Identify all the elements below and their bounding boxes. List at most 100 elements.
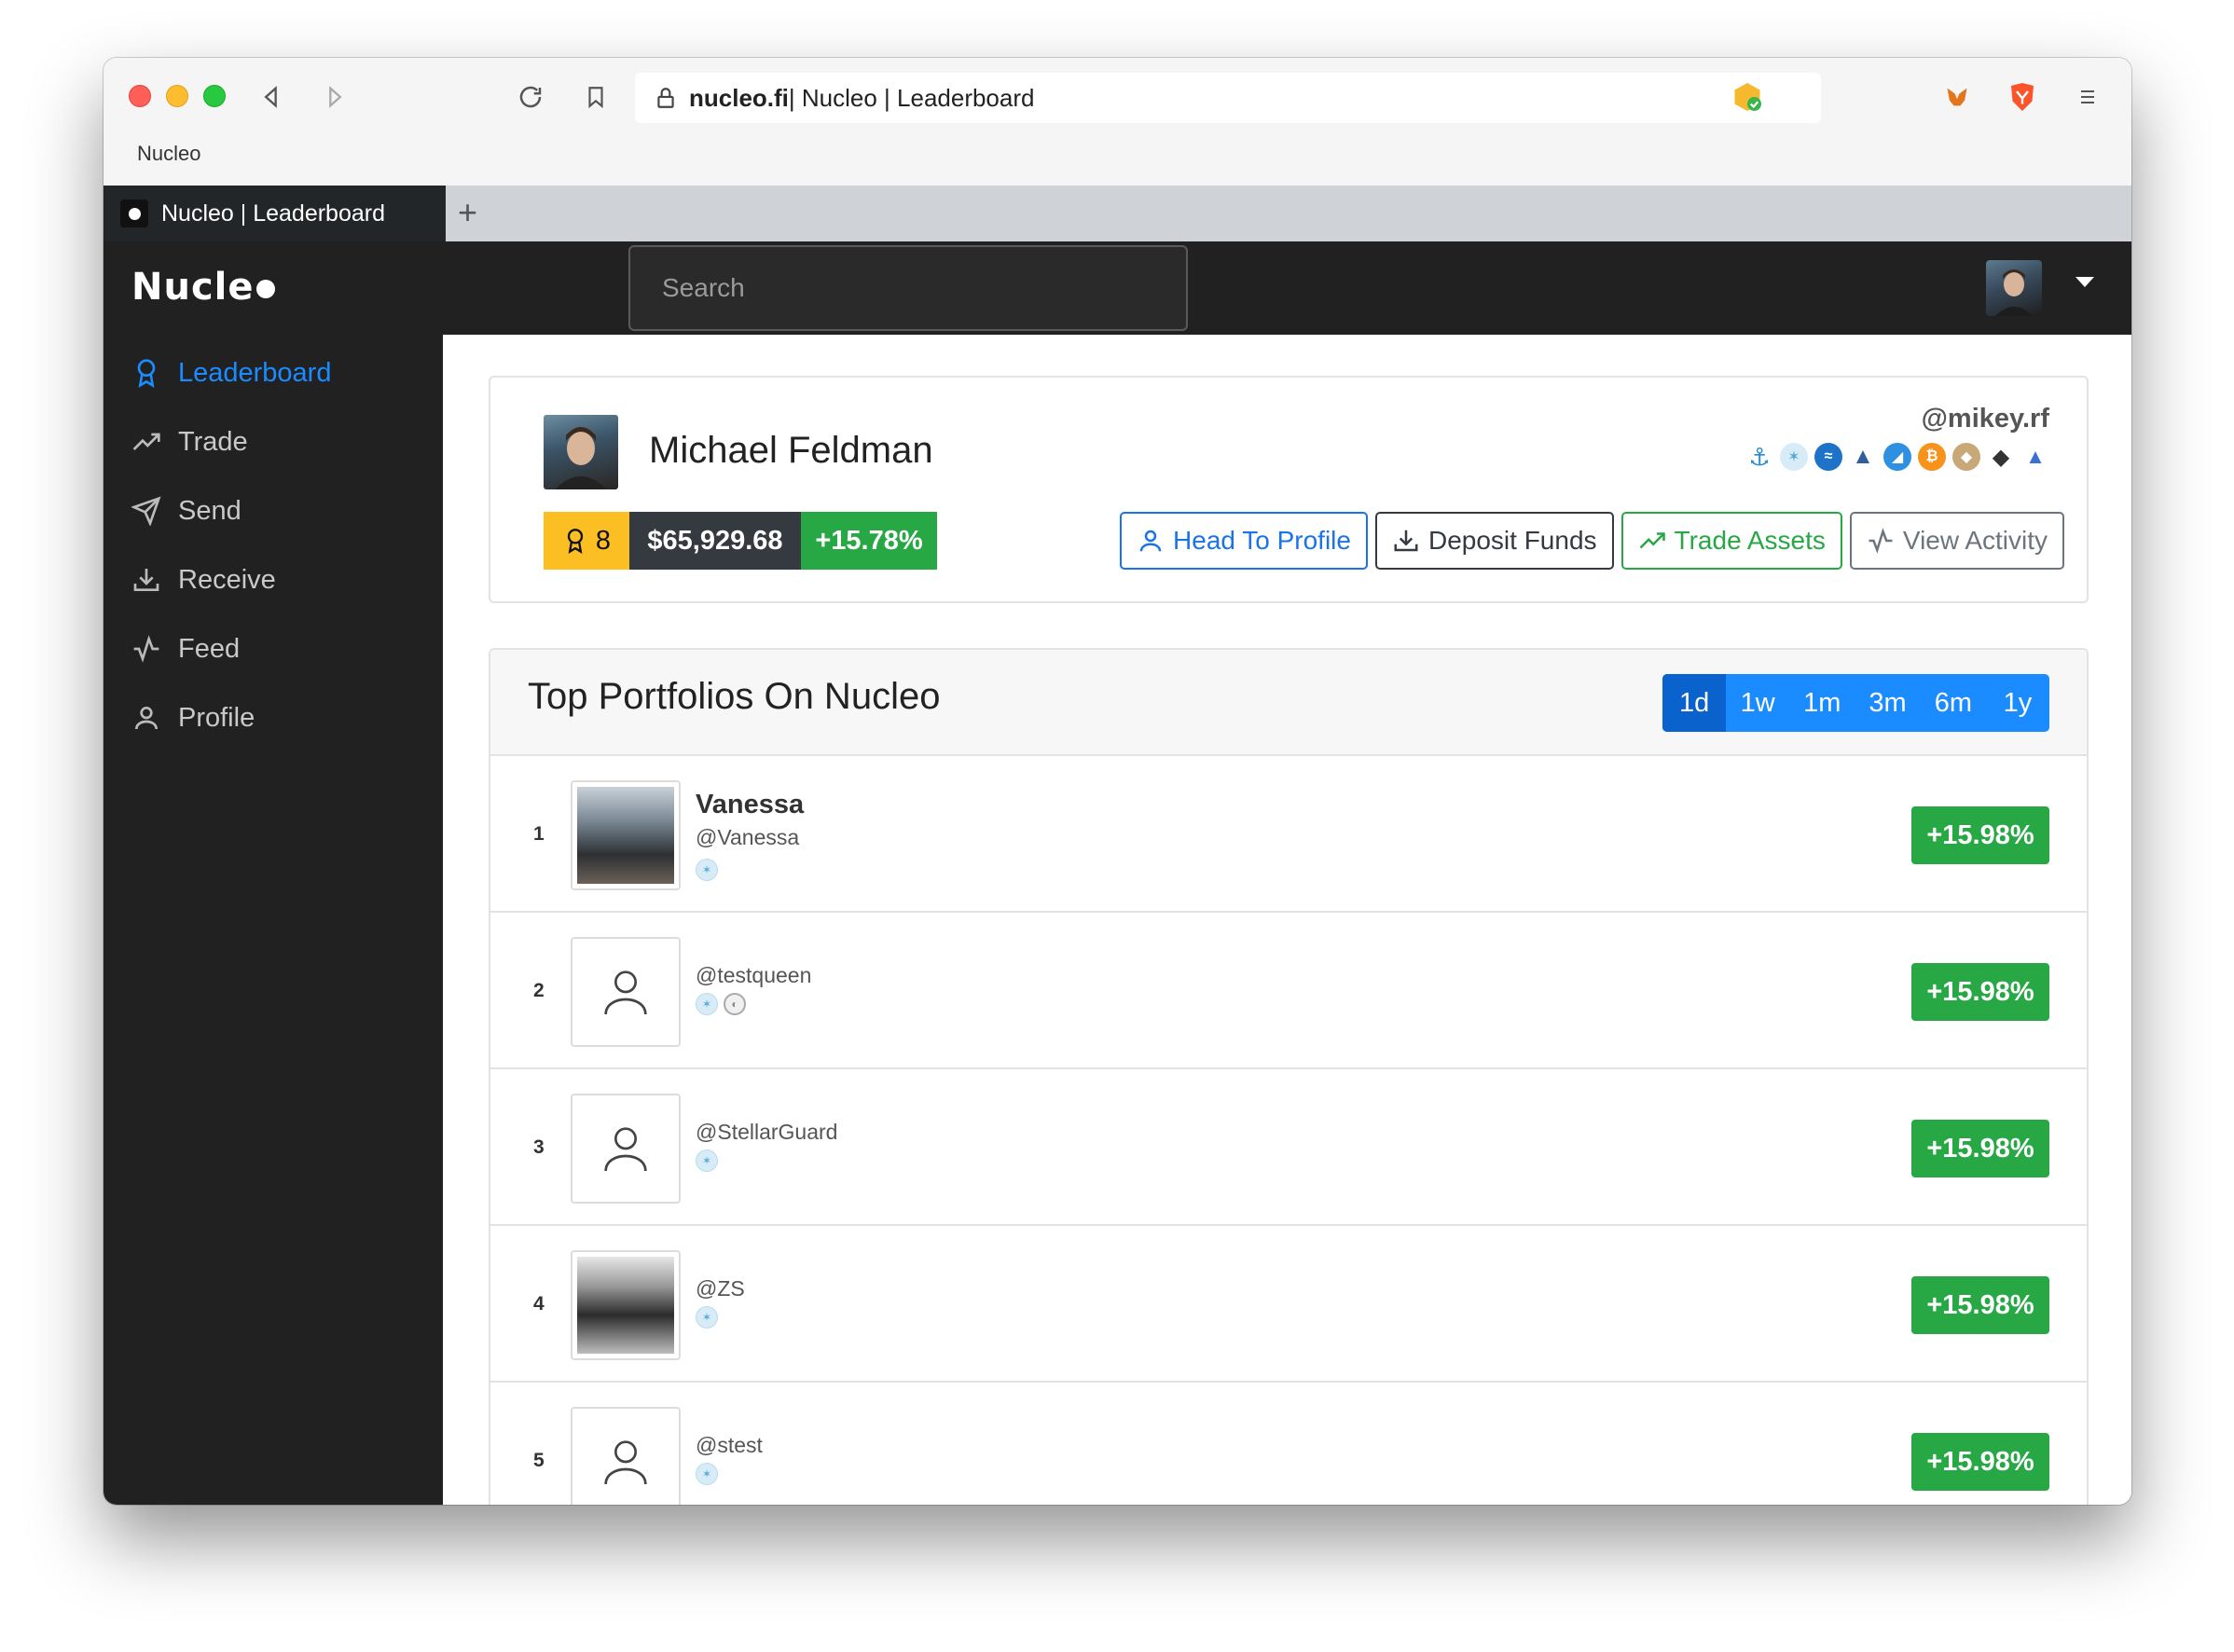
profile-avatar bbox=[544, 415, 618, 489]
browser-window: nucleo.fi | Nucleo | Leaderboard Nucleo … bbox=[103, 58, 2131, 1505]
sidebar-item-trade[interactable]: Trade bbox=[131, 419, 248, 465]
row-rank: 5 bbox=[533, 1450, 545, 1471]
download-icon bbox=[133, 569, 159, 591]
row-change-badge: +15.98% bbox=[1911, 1120, 2049, 1177]
leaderboard-row[interactable]: 4 @ZS ✶ +15.98% bbox=[490, 1226, 2087, 1383]
sidebar-item-feed[interactable]: Feed bbox=[131, 626, 240, 672]
portfolio-change: +15.78% bbox=[801, 512, 937, 570]
sidebar-item-label: Profile bbox=[178, 702, 255, 733]
user-placeholder-icon bbox=[604, 1440, 647, 1485]
top-navbar: Nucle bbox=[103, 241, 2131, 335]
trending-up-icon bbox=[1639, 532, 1665, 549]
sidebar-item-receive[interactable]: Receive bbox=[131, 557, 276, 603]
user-icon bbox=[135, 707, 158, 730]
sidebar-item-leaderboard[interactable]: Leaderboard bbox=[131, 350, 331, 396]
row-handle[interactable]: @ZS bbox=[696, 1276, 745, 1301]
anchor-icon: ⚓ bbox=[1748, 442, 1771, 471]
leaderboard-row[interactable]: 3 @StellarGuard ✶ +15.98% bbox=[490, 1069, 2087, 1226]
send-token-icon: ◢ bbox=[1883, 443, 1911, 471]
user-photo bbox=[577, 787, 674, 884]
leaderboard-row[interactable]: 2 @testqueen ✶ ◐ +15.98% bbox=[490, 913, 2087, 1069]
stellar-icon: ✶ bbox=[696, 859, 718, 881]
lock-icon bbox=[657, 88, 674, 108]
portfolio-badges: 8 $65,929.68 +15.78% bbox=[544, 512, 937, 570]
brave-shield-icon[interactable] bbox=[2006, 80, 2039, 114]
time-range-selector: 1d 1w 1m 3m 6m 1y bbox=[1662, 674, 2049, 732]
row-avatar[interactable] bbox=[571, 937, 681, 1047]
leaderboard-card: Top Portfolios On Nucleo 1d 1w 1m 3m 6m … bbox=[489, 648, 2089, 1505]
row-avatar[interactable] bbox=[571, 1094, 681, 1204]
sidebar-item-label: Feed bbox=[178, 633, 241, 664]
user-avatar[interactable] bbox=[1986, 260, 2042, 316]
tab-strip: Nucleo | Leaderboard + bbox=[103, 186, 2131, 241]
brand-logo[interactable]: Nucle bbox=[131, 266, 275, 309]
row-rank: 3 bbox=[533, 1136, 545, 1158]
stellar-icon: ✶ bbox=[696, 993, 718, 1015]
reload-icon[interactable] bbox=[514, 80, 547, 114]
close-window-button[interactable] bbox=[129, 85, 151, 107]
sidebar-item-send[interactable]: Send bbox=[131, 488, 241, 534]
head-to-profile-button[interactable]: Head To Profile bbox=[1120, 512, 1368, 570]
leaderboard-title: Top Portfolios On Nucleo bbox=[528, 676, 941, 717]
row-avatar[interactable] bbox=[571, 780, 681, 890]
flame-icon: ▲ bbox=[1852, 444, 1874, 469]
shield-extension-icon[interactable] bbox=[1731, 80, 1764, 114]
user-icon bbox=[1139, 530, 1162, 552]
url-host: nucleo.fi bbox=[689, 83, 789, 112]
arrow-token-icon: ▲ bbox=[2025, 445, 2046, 468]
minimize-window-button[interactable] bbox=[166, 85, 188, 107]
bookmark-icon[interactable] bbox=[579, 80, 613, 114]
download-icon bbox=[1394, 530, 1418, 552]
range-1d-button[interactable]: 1d bbox=[1662, 674, 1727, 732]
user-placeholder-icon bbox=[604, 1127, 647, 1172]
row-handle[interactable]: @testqueen bbox=[696, 963, 811, 988]
row-change-badge: +15.98% bbox=[1911, 1276, 2049, 1334]
new-tab-button[interactable]: + bbox=[458, 193, 477, 232]
range-3m-button[interactable]: 3m bbox=[1855, 674, 1920, 732]
address-bar[interactable]: nucleo.fi | Nucleo | Leaderboard bbox=[635, 73, 1821, 123]
zoom-window-button[interactable] bbox=[203, 85, 226, 107]
activity-icon bbox=[1869, 528, 1893, 554]
asset-icons: ⚓ ✶ ≈ ▲ ◢ ₿ ◆ ◆ ▲ bbox=[1745, 443, 2049, 471]
send-icon bbox=[131, 496, 161, 526]
profile-handle[interactable]: @mikey.rf bbox=[1922, 404, 2049, 434]
tab-nucleo-leaderboard[interactable]: Nucleo | Leaderboard bbox=[103, 186, 446, 241]
bookmark-nucleo[interactable]: Nucleo bbox=[137, 142, 200, 166]
forward-icon[interactable] bbox=[318, 80, 352, 114]
row-handle[interactable]: @stest bbox=[696, 1433, 763, 1458]
row-name[interactable]: Vanessa bbox=[696, 790, 804, 820]
range-1m-button[interactable]: 1m bbox=[1789, 674, 1855, 732]
search-input[interactable] bbox=[628, 245, 1188, 331]
leaderboard-row[interactable]: 5 @stest ✶ +15.98% bbox=[490, 1383, 2087, 1505]
sidebar-item-label: Receive bbox=[178, 564, 276, 595]
row-rank: 2 bbox=[533, 980, 545, 1001]
range-1y-button[interactable]: 1y bbox=[1986, 674, 2049, 732]
deposit-funds-button[interactable]: Deposit Funds bbox=[1374, 512, 1614, 570]
trending-up-icon bbox=[132, 433, 160, 450]
leaderboard-row[interactable]: 1 Vanessa @Vanessa ✶ +15.98% bbox=[490, 756, 2087, 913]
row-handle[interactable]: @Vanessa bbox=[696, 825, 799, 850]
trade-assets-button[interactable]: Trade Assets bbox=[1620, 512, 1842, 570]
portfolio-value: $65,929.68 bbox=[629, 512, 801, 570]
browser-toolbar: nucleo.fi | Nucleo | Leaderboard Nucleo bbox=[103, 58, 2131, 186]
account-dropdown-caret-icon[interactable] bbox=[2075, 277, 2094, 287]
main-content: Michael Feldman @mikey.rf ⚓ ✶ ≈ ▲ ◢ ₿ ◆ … bbox=[443, 335, 2131, 1505]
row-assets: ✶ ◐ bbox=[696, 993, 746, 1015]
sidebar-item-profile[interactable]: Profile bbox=[131, 695, 255, 741]
range-6m-button[interactable]: 6m bbox=[1921, 674, 1986, 732]
row-change-badge: +15.98% bbox=[1911, 963, 2049, 1021]
row-assets: ✶ bbox=[696, 1150, 718, 1172]
row-handle[interactable]: @StellarGuard bbox=[696, 1120, 837, 1145]
profile-actions: Head To Profile Deposit Funds Trade Asse… bbox=[1120, 512, 2064, 570]
view-activity-button[interactable]: View Activity bbox=[1849, 512, 2064, 570]
back-icon[interactable] bbox=[255, 80, 288, 114]
ethereum-icon: ◆ bbox=[1992, 444, 2010, 470]
favicon-icon bbox=[120, 200, 148, 227]
row-avatar[interactable] bbox=[571, 1407, 681, 1505]
row-avatar[interactable] bbox=[571, 1250, 681, 1360]
stream-icon: ≈ bbox=[1814, 443, 1842, 471]
range-1w-button[interactable]: 1w bbox=[1726, 674, 1789, 732]
menu-icon[interactable] bbox=[2071, 80, 2104, 114]
metamask-icon[interactable] bbox=[1940, 80, 1974, 114]
sidebar-item-label: Trade bbox=[178, 426, 248, 457]
